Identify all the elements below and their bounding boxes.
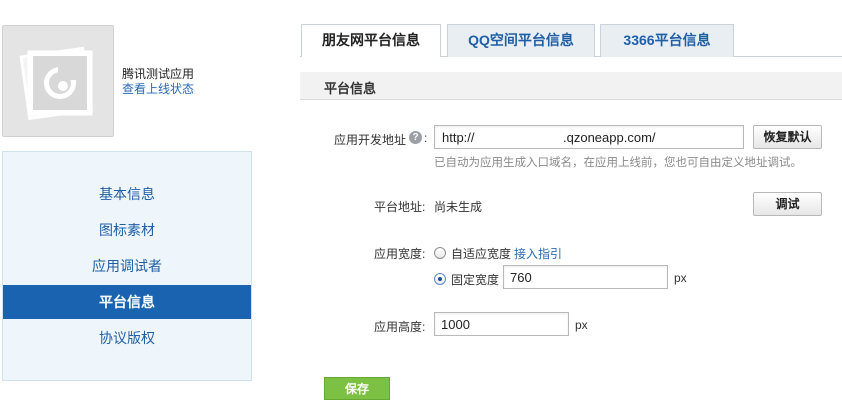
width-guide-link[interactable]: 接入指引 [514, 245, 562, 262]
width-input[interactable] [503, 265, 668, 289]
height-label: 应用高度: [374, 320, 426, 334]
tab-qzone-platform[interactable]: QQ空间平台信息 [447, 24, 595, 57]
sidebar-item-agreement[interactable]: 协议版权 [3, 321, 251, 355]
sidebar-nav: 基本信息 图标素材 应用调试者 平台信息 协议版权 [2, 151, 252, 381]
platform-url-label: 平台地址: [374, 200, 426, 214]
sidebar-item-icon-assets[interactable]: 图标素材 [3, 213, 251, 247]
width-fixed-label: 固定宽度 [451, 273, 500, 287]
app-placeholder-icon [2, 25, 114, 137]
tab-3366-platform[interactable]: 3366平台信息 [600, 24, 734, 57]
app-card: 腾讯测试应用 查看上线状态 [2, 25, 252, 137]
height-input[interactable] [434, 312, 569, 336]
view-status-link[interactable]: 查看上线状态 [122, 80, 194, 97]
help-icon[interactable]: ? [409, 131, 422, 144]
dev-url-label: 应用开发地址 [334, 133, 407, 147]
width-auto-label: 自适应宽度 [451, 247, 512, 261]
dev-url-colon: : [424, 131, 428, 145]
width-label: 应用宽度: [374, 247, 426, 261]
width-fixed-radio[interactable] [434, 273, 446, 285]
width-auto-radio[interactable] [434, 247, 446, 259]
section-header: 平台信息 [300, 72, 842, 100]
debug-button[interactable]: 调试 [753, 192, 822, 216]
dev-url-hint: 已自动为应用生成入口域名，在应用上线前，您也可自由定义地址调试。 [434, 157, 802, 169]
dev-url-input[interactable]: http:// .qzoneapp.com/ [434, 125, 744, 149]
sidebar-item-platform-info[interactable]: 平台信息 [3, 285, 251, 319]
restore-default-button[interactable]: 恢复默认 [753, 125, 822, 149]
tab-pengyou-platform[interactable]: 朋友网平台信息 [301, 24, 441, 57]
section-title: 平台信息 [324, 81, 377, 96]
sidebar-item-basic-info[interactable]: 基本信息 [3, 177, 251, 211]
width-unit: px [674, 271, 687, 285]
save-button[interactable]: 保存 [324, 377, 390, 400]
height-unit: px [575, 318, 588, 332]
dev-url-prefix: http:// [442, 130, 475, 145]
sidebar-item-app-debuggers[interactable]: 应用调试者 [3, 249, 251, 283]
dev-url-suffix: .qzoneapp.com/ [563, 130, 656, 145]
platform-url-value: 尚未生成 [434, 200, 483, 214]
